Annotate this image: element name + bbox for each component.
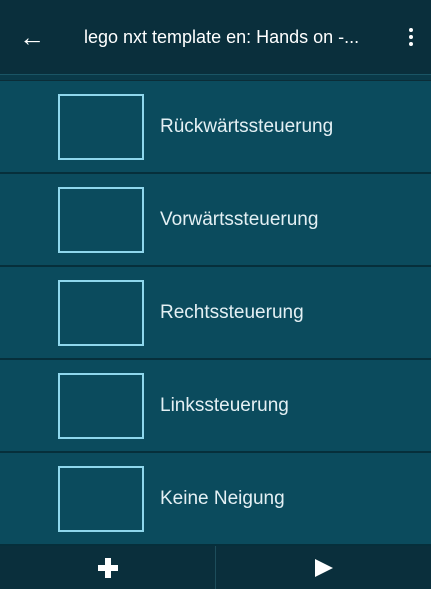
list-item[interactable]: Vorwärtssteuerung	[0, 174, 431, 267]
list-item-label: Vorwärtssteuerung	[160, 208, 319, 230]
app-screen: ← lego nxt template en: Hands on -... Rü…	[0, 0, 431, 589]
checkbox[interactable]	[58, 279, 144, 346]
back-arrow-icon[interactable]: ←	[0, 0, 64, 74]
list-item[interactable]: Keine Neigung	[0, 453, 431, 546]
play-icon	[314, 558, 333, 577]
checkbox[interactable]	[58, 93, 144, 160]
play-button[interactable]	[216, 546, 431, 589]
brick-list: Rückwärtssteuerung Vorwärtssteuerung Rec…	[0, 81, 431, 546]
checkbox[interactable]	[58, 465, 144, 532]
bottom-bar	[0, 546, 431, 589]
plus-icon	[97, 557, 118, 578]
overflow-menu-icon[interactable]	[391, 0, 431, 74]
list-item[interactable]: Linkssteuerung	[0, 360, 431, 453]
menu-dot	[409, 42, 413, 46]
list-item[interactable]: Rechtssteuerung	[0, 267, 431, 360]
list-item[interactable]: Rückwärtssteuerung	[0, 81, 431, 174]
add-button[interactable]	[0, 546, 215, 589]
menu-dot	[409, 28, 413, 32]
list-item-label: Rechtssteuerung	[160, 301, 304, 323]
list-top-divider	[0, 74, 431, 81]
list-item-label: Keine Neigung	[160, 487, 285, 509]
checkbox[interactable]	[58, 372, 144, 439]
list-item-label: Rückwärtssteuerung	[160, 115, 334, 137]
page-title: lego nxt template en: Hands on -...	[84, 26, 360, 47]
app-bar: ← lego nxt template en: Hands on -...	[0, 0, 431, 74]
list-item-label: Linkssteuerung	[160, 394, 289, 416]
menu-dot	[409, 35, 413, 39]
checkbox[interactable]	[58, 186, 144, 253]
